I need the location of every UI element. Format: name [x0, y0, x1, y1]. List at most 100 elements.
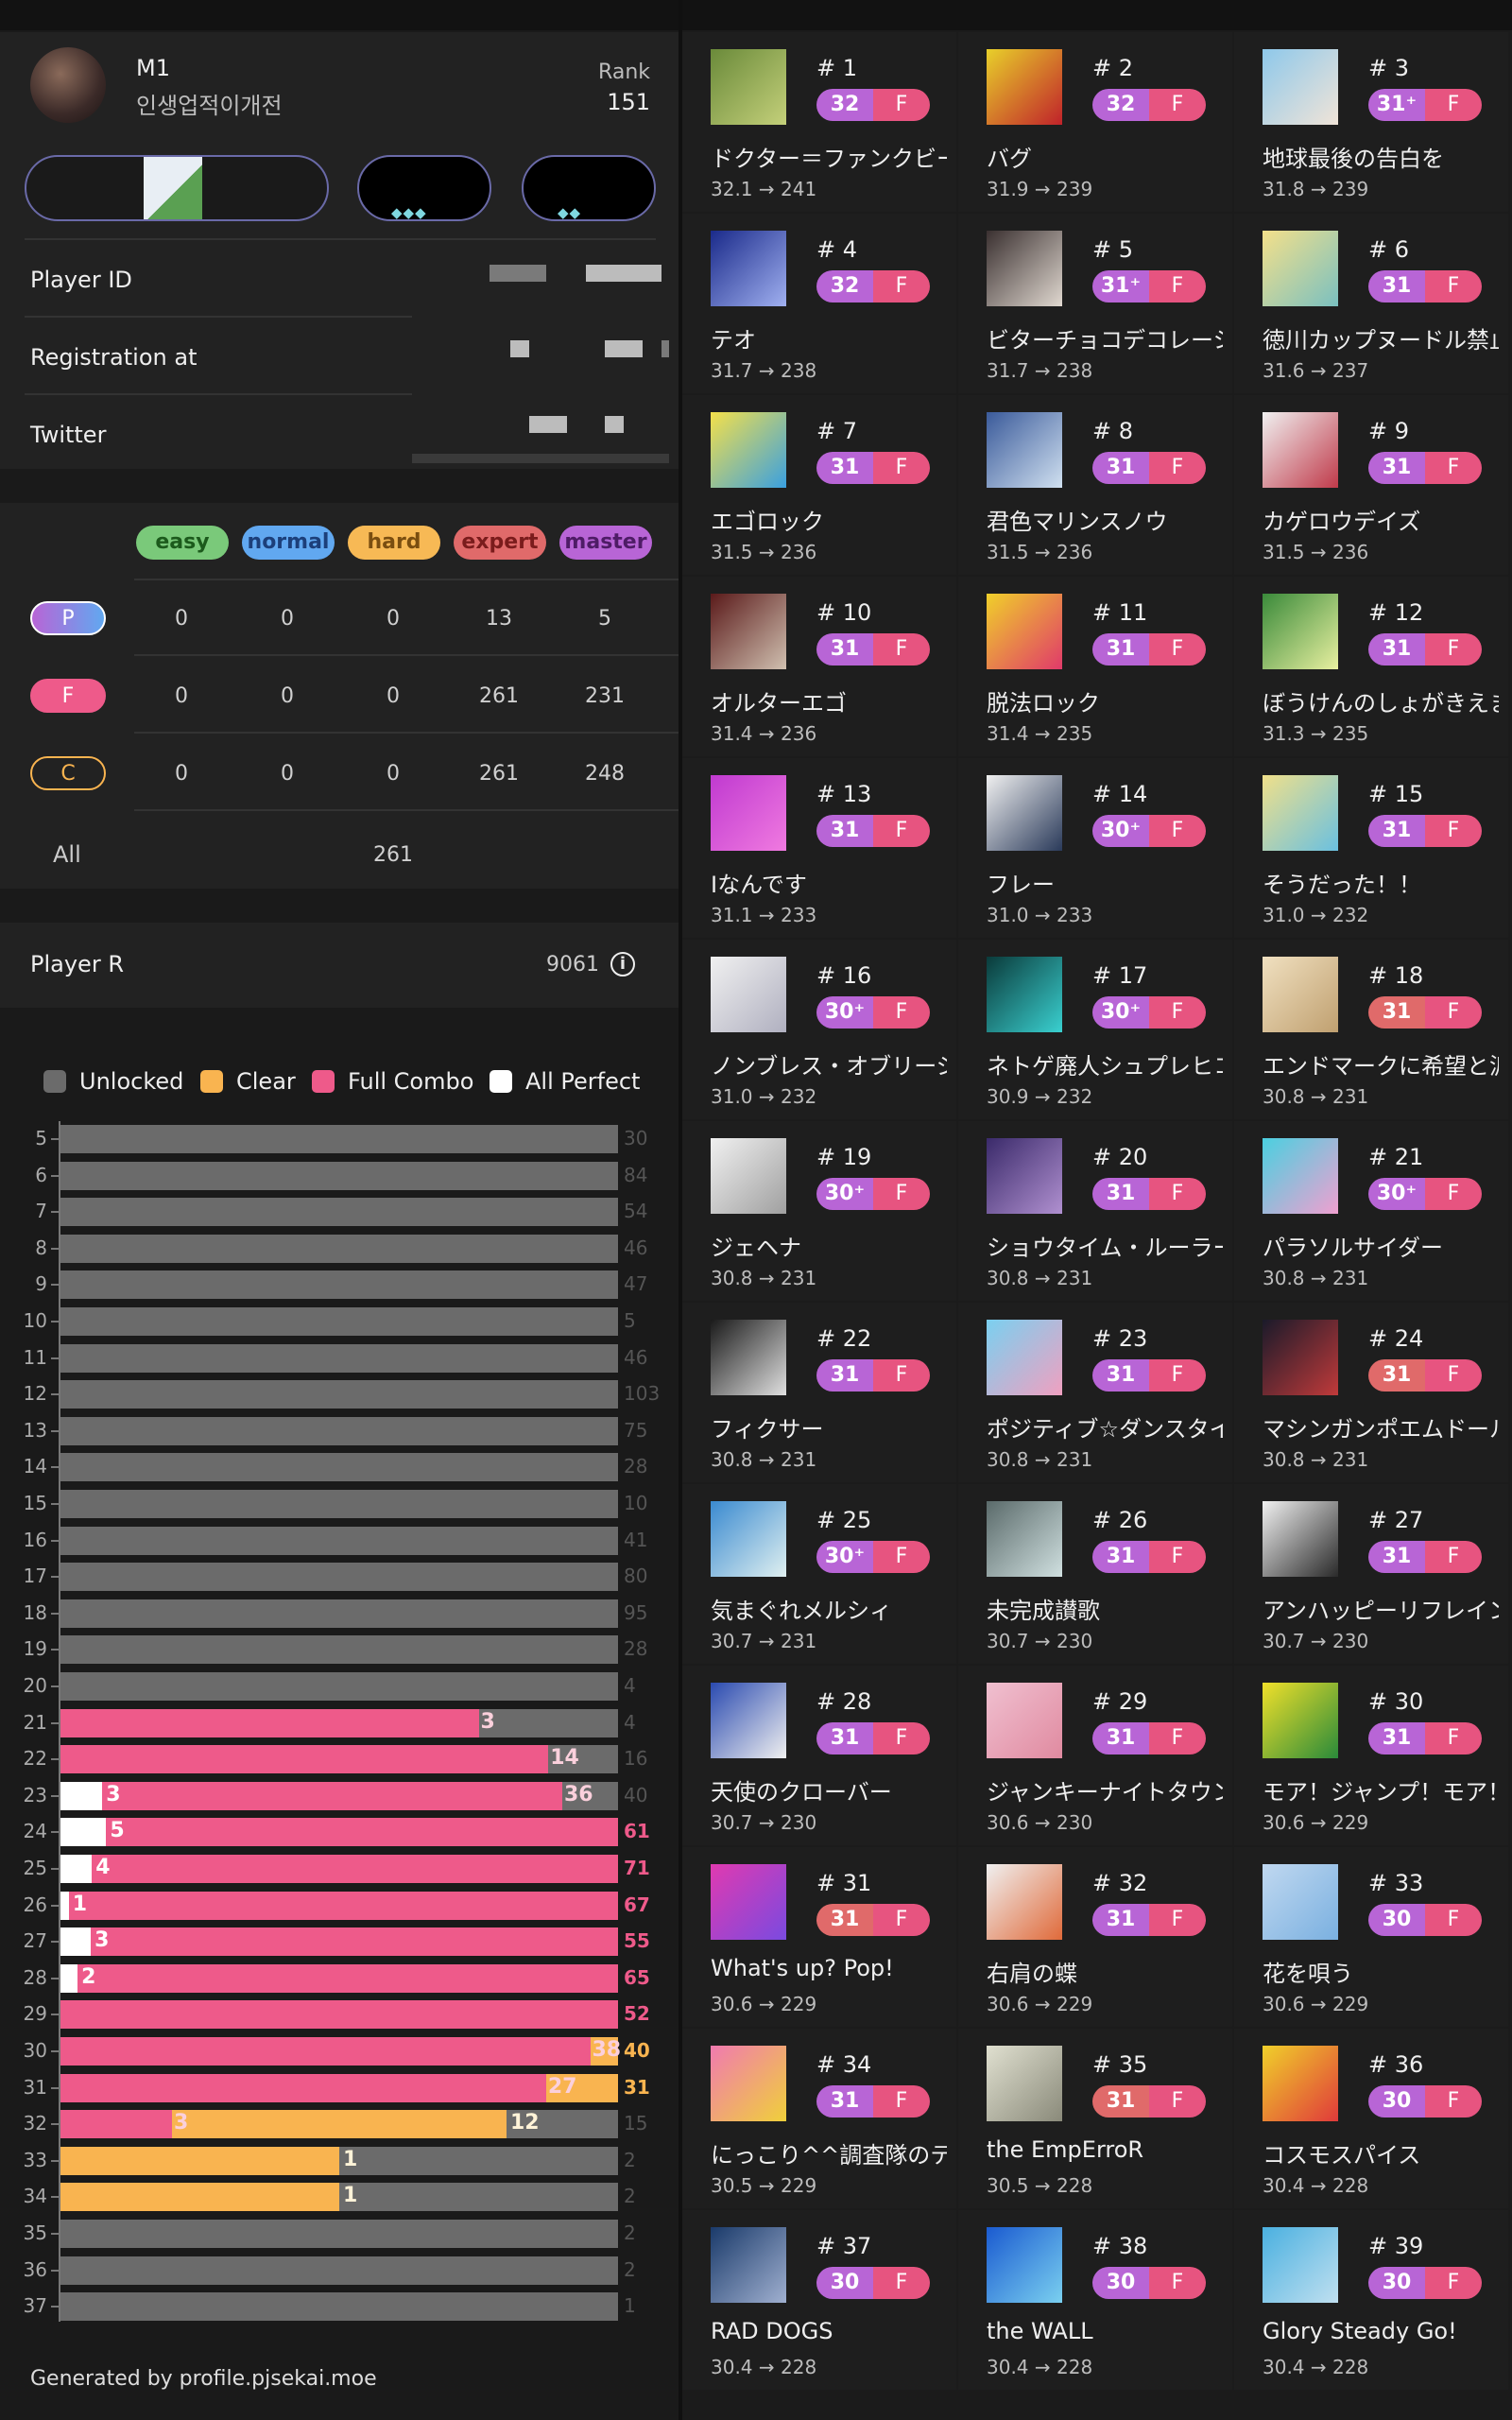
- fc-badge: F: [873, 2267, 930, 2299]
- song-card[interactable]: # 37 30 F RAD DOGS 30.4 → 228: [682, 2210, 956, 2390]
- song-jacket: [987, 1138, 1062, 1214]
- song-card[interactable]: # 25 30⁺ F 気まぐれメルシィ 30.7 → 231: [682, 1484, 956, 1664]
- fc-badge: F: [1149, 1541, 1206, 1573]
- total-count-label: 67: [624, 1893, 650, 1916]
- redacted-player-id: [586, 265, 662, 282]
- song-rating: 30.6 → 229: [1263, 1993, 1369, 2015]
- song-card[interactable]: # 1 32F ドクター＝ファンクビート 32.1 → 241: [682, 32, 956, 212]
- song-rating: 30.6 → 229: [1263, 1811, 1369, 1834]
- song-title: アンハッピーリフレイン: [1263, 1598, 1499, 1624]
- clear-count-cell: 231: [585, 684, 625, 708]
- level-label: 14: [23, 1455, 47, 1478]
- song-card[interactable]: # 8 31 F 君色マリンスノウ 31.5 → 236: [958, 395, 1232, 575]
- info-icon[interactable]: i: [610, 952, 635, 977]
- song-card[interactable]: # 27 31 F アンハッピーリフレイン 30.7 → 230: [1234, 1484, 1508, 1664]
- song-card[interactable]: # 3 31⁺ F 地球最後の告白を 31.8 → 239: [1234, 32, 1508, 212]
- song-card[interactable]: # 26 31 F 未完成讃歌 30.7 → 230: [958, 1484, 1232, 1664]
- song-card[interactable]: # 28 31 F 天使のクローバー 30.7 → 230: [682, 1666, 956, 1845]
- fc-badge: F: [1149, 1178, 1206, 1210]
- song-card[interactable]: # 13 31 F Iなんです 31.1 → 233: [682, 758, 956, 938]
- song-card[interactable]: # 12 31F ぼうけんのしょがきえました！ 31.3 → 235: [1234, 577, 1508, 756]
- difficulty-level: 30: [816, 2267, 873, 2299]
- axis-tick: [51, 1321, 60, 1322]
- all-label: All: [53, 841, 81, 868]
- song-title: にっこり^^調査隊のテーマ: [711, 2142, 947, 2169]
- song-rank: # 36: [1368, 2051, 1424, 2078]
- song-jacket: [1263, 49, 1338, 125]
- bar-allperfect: [60, 1781, 103, 1810]
- level-label: 36: [23, 2257, 47, 2281]
- honor-pill-2[interactable]: [522, 155, 656, 221]
- song-card[interactable]: # 10 31 F オルターエゴ 31.4 → 236: [682, 577, 956, 756]
- song-card[interactable]: # 11 31 F 脱法ロック 31.4 → 235: [958, 577, 1232, 756]
- song-title: the WALL: [987, 2318, 1093, 2344]
- fc-count-label: 36: [564, 1782, 593, 1806]
- song-rating: 30.8 → 231: [1263, 1085, 1369, 1108]
- song-jacket: [1263, 412, 1338, 488]
- song-card[interactable]: # 22 31 F フィクサー 30.8 → 231: [682, 1303, 956, 1482]
- song-card[interactable]: # 6 31F 徳川カップヌードル禁止令 31.6 → 237: [1234, 214, 1508, 393]
- bar-fullcombo: [60, 1745, 549, 1774]
- bar-allperfect: [60, 1963, 78, 1993]
- song-card[interactable]: # 36 30 F コスモスパイス 30.4 → 228: [1234, 2029, 1508, 2208]
- difficulty-badge: 31 F: [1368, 452, 1482, 484]
- legend-label-3: All Perfect: [525, 1068, 641, 1095]
- song-card[interactable]: # 16 30⁺F ノンブレス・オブリージュ 31.0 → 232: [682, 940, 956, 1119]
- scrollbar[interactable]: [412, 454, 669, 463]
- song-card[interactable]: # 7 31 F エゴロック 31.5 → 236: [682, 395, 956, 575]
- song-card[interactable]: # 20 31 F ショウタイム・ルーラー 30.8 → 231: [958, 1121, 1232, 1301]
- song-rating: 30.8 → 231: [711, 1448, 817, 1471]
- song-jacket: [711, 594, 786, 669]
- song-card[interactable]: # 39 30 F Glory Steady Go! 30.4 → 228: [1234, 2210, 1508, 2390]
- difficulty-badge: 31 F: [1368, 1541, 1482, 1573]
- song-card[interactable]: # 35 31 Fthe EmpErroR 30.5 → 228: [958, 2029, 1232, 2208]
- song-card[interactable]: # 29 31F ジャンキーナイトタウンオーケストラ 30.6 → 230: [958, 1666, 1232, 1845]
- song-card[interactable]: # 23 31F ポジティブ☆ダンスタイム 30.8 → 231: [958, 1303, 1232, 1482]
- divider: [134, 654, 680, 656]
- song-card[interactable]: # 15 31 F そうだった！！ 31.0 → 232: [1234, 758, 1508, 938]
- song-card[interactable]: # 30 31 F モア！ジャンプ！モア！ 30.6 → 229: [1234, 1666, 1508, 1845]
- song-card[interactable]: # 32 31 F 右肩の蝶 30.6 → 229: [958, 1847, 1232, 2027]
- total-count-label: 103: [624, 1382, 661, 1406]
- song-card[interactable]: # 2 32 F バグ 31.9 → 239: [958, 32, 1232, 212]
- song-jacket: [711, 1683, 786, 1758]
- song-card[interactable]: # 5 31⁺F ビターチョコデコレーション 31.7 → 238: [958, 214, 1232, 393]
- song-card[interactable]: # 14 30⁺ F フレー 31.0 → 233: [958, 758, 1232, 938]
- difficulty-level: 31: [1092, 2085, 1149, 2118]
- level-label: 11: [23, 1345, 47, 1369]
- song-rating: 30.4 → 228: [987, 2356, 1093, 2378]
- song-jacket: [987, 2046, 1062, 2121]
- bar-allperfect: [60, 1818, 107, 1847]
- difficulty-badge: 31 F: [816, 452, 930, 484]
- song-card[interactable]: # 38 30 Fthe WALL 30.4 → 228: [958, 2210, 1232, 2390]
- axis-tick: [51, 2050, 60, 2052]
- song-card[interactable]: # 31 31 F What's up? Pop! 30.6 → 229: [682, 1847, 956, 2027]
- difficulty-badge: 31 F: [1368, 270, 1482, 302]
- song-card[interactable]: # 4 32 F テオ 31.7 → 238: [682, 214, 956, 393]
- difficulty-level: 30⁺: [816, 1178, 873, 1210]
- difficulty-pill-2: hard: [348, 526, 440, 560]
- song-card[interactable]: # 33 30 F 花を唄う 30.6 → 229: [1234, 1847, 1508, 2027]
- song-rating: 30.6 → 230: [987, 1811, 1093, 1834]
- song-rating: 30.7 → 230: [987, 1630, 1093, 1652]
- difficulty-level: 31⁺: [1368, 89, 1425, 121]
- song-card[interactable]: # 24 31 F マシンガンポエムドール 30.8 → 231: [1234, 1303, 1508, 1482]
- song-rank: # 8: [1092, 418, 1134, 444]
- song-rating: 30.8 → 231: [987, 1448, 1093, 1471]
- song-rating: 30.5 → 228: [987, 2174, 1093, 2197]
- song-card[interactable]: # 19 30⁺ F ジェヘナ 30.8 → 231: [682, 1121, 956, 1301]
- song-jacket: [711, 1501, 786, 1577]
- fc-badge: F: [1425, 1359, 1482, 1392]
- difficulty-level: 31: [1092, 633, 1149, 666]
- song-card[interactable]: # 18 31F エンドマークに希望と涙を添えて 30.8 → 231: [1234, 940, 1508, 1119]
- song-card[interactable]: # 9 31 F カゲロウデイズ 31.5 → 236: [1234, 395, 1508, 575]
- song-card[interactable]: # 21 30⁺ F パラソルサイダー 30.8 → 231: [1234, 1121, 1508, 1301]
- song-card[interactable]: # 34 31F にっこり^^調査隊のテーマ 30.5 → 229: [682, 2029, 956, 2208]
- difficulty-level: 31: [1368, 996, 1425, 1028]
- level-label: 7: [35, 1200, 47, 1223]
- broken-image-icon: [144, 157, 202, 219]
- song-card[interactable]: # 17 30⁺F ネトゲ廃人シュプレヒコール 30.9 → 232: [958, 940, 1232, 1119]
- song-rank: # 24: [1368, 1325, 1424, 1352]
- fc-badge: F: [1149, 996, 1206, 1028]
- player-word: 인생업적이개전: [136, 93, 283, 119]
